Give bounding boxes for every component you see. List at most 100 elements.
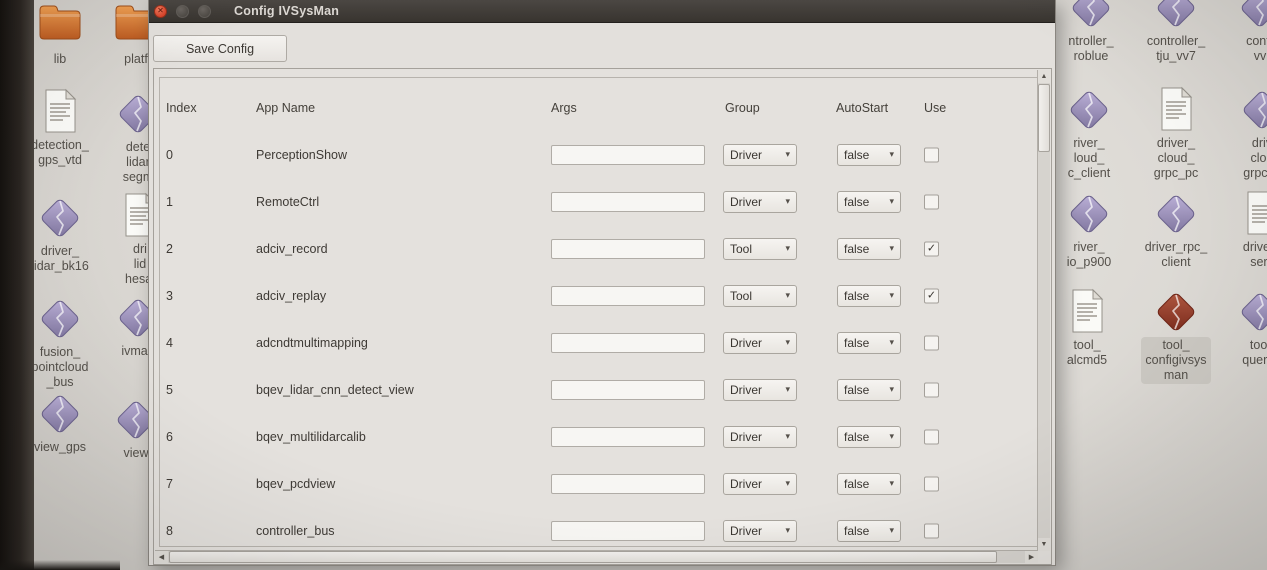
use-checkbox[interactable] bbox=[924, 194, 939, 209]
group-dropdown[interactable]: Driver bbox=[723, 473, 797, 495]
table-row: 2 adciv_record Tool false bbox=[154, 225, 1053, 272]
table-row: 6 bqev_multilidarcalib Driver false bbox=[154, 413, 1053, 460]
desktop-icon-controller-vv[interactable]: contrvv bbox=[1212, 0, 1267, 65]
vertical-scrollbar-thumb[interactable] bbox=[1038, 84, 1050, 152]
autostart-dropdown[interactable]: false bbox=[837, 332, 901, 354]
autostart-dropdown[interactable]: false bbox=[837, 144, 901, 166]
header-autostart: AutoStart bbox=[836, 101, 888, 119]
header-use: Use bbox=[924, 101, 946, 119]
scroll-up-icon[interactable] bbox=[1038, 70, 1050, 83]
desktop-icon-tool-queryr[interactable]: toolqueryr bbox=[1212, 288, 1267, 369]
table-row: 1RemoteCtrlDriverfalse bbox=[154, 178, 1053, 225]
autostart-dropdown[interactable]: false bbox=[837, 285, 901, 307]
args-input[interactable] bbox=[551, 427, 705, 447]
desktop-icon-label: tool_configivsysman bbox=[1141, 337, 1210, 384]
group-dropdown[interactable]: Driver bbox=[723, 379, 797, 401]
use-checkbox[interactable] bbox=[924, 147, 939, 162]
app-table: Index App Name Args Group AutoStart Use … bbox=[153, 68, 1052, 565]
group-dropdown[interactable]: Driver bbox=[723, 144, 797, 166]
row-index: 5 bbox=[166, 383, 173, 397]
diamond-icon bbox=[1128, 0, 1224, 32]
desktop-icon-driver-cloud-grpc-s[interactable]: drivclougrpc_s bbox=[1214, 86, 1267, 182]
desktop-icon-label: driver_lidar_bk16 bbox=[27, 243, 93, 275]
table-row: 0PerceptionShowDriverfalse bbox=[154, 131, 1053, 178]
desktop-icon-label: driver_cloud_grpc_pc bbox=[1150, 135, 1202, 182]
horizontal-scrollbar[interactable] bbox=[155, 550, 1038, 563]
table-row: 5bqev_lidar_cnn_detect_viewDriverfalse bbox=[154, 366, 1053, 413]
use-checkbox[interactable] bbox=[924, 429, 939, 444]
desktop-icon-controller-tju-vv7[interactable]: controller_tju_vv7 bbox=[1128, 0, 1224, 65]
window-body: Save Config Index App Name Args Group Au… bbox=[149, 23, 1055, 566]
config-ivsysman-window: Config IVSysMan Save Config Index App Na… bbox=[148, 0, 1056, 566]
table-row: 4adcndtmultimappingDriverfalse bbox=[154, 319, 1053, 366]
document-icon bbox=[1128, 86, 1224, 134]
autostart-dropdown[interactable]: false bbox=[837, 426, 901, 448]
args-input[interactable] bbox=[551, 521, 705, 541]
app-name: bqev_pcdview bbox=[256, 477, 335, 491]
use-checkbox[interactable] bbox=[924, 335, 939, 350]
args-input[interactable] bbox=[551, 474, 705, 494]
maximize-icon[interactable] bbox=[198, 5, 211, 18]
horizontal-scrollbar-thumb[interactable] bbox=[169, 551, 997, 563]
desktop-icon-label: fusion_pointcloud_bus bbox=[28, 344, 93, 391]
desktop-icon-label: view_gps bbox=[30, 439, 90, 456]
scroll-left-icon[interactable] bbox=[155, 551, 168, 563]
args-input[interactable] bbox=[551, 145, 705, 165]
args-input[interactable] bbox=[551, 333, 705, 353]
row-index: 6 bbox=[166, 430, 173, 444]
use-checkbox[interactable] bbox=[924, 523, 939, 538]
group-dropdown[interactable]: Driver bbox=[723, 426, 797, 448]
group-dropdown[interactable]: Driver bbox=[723, 191, 797, 213]
desktop-icon-driver-rpc-client[interactable]: driver_rpc_client bbox=[1128, 190, 1224, 271]
row-index: 2 bbox=[166, 242, 173, 256]
use-checkbox[interactable] bbox=[924, 476, 939, 491]
desktop-icon-label: toolqueryr bbox=[1238, 337, 1267, 369]
group-dropdown[interactable]: Driver bbox=[723, 520, 797, 542]
diamond-icon bbox=[1212, 0, 1267, 32]
use-checkbox[interactable] bbox=[924, 241, 939, 256]
args-input[interactable] bbox=[551, 380, 705, 400]
diamond-icon bbox=[1043, 0, 1139, 32]
desktop-icon-label: driver_serv bbox=[1239, 239, 1267, 271]
args-input[interactable] bbox=[551, 192, 705, 212]
vertical-scrollbar[interactable] bbox=[1037, 70, 1050, 551]
header-app-name: App Name bbox=[256, 101, 315, 119]
monitor-bezel-bottom bbox=[0, 560, 120, 570]
app-name: PerceptionShow bbox=[256, 148, 347, 162]
desktop-icon-controller-roblue[interactable]: ntroller_roblue bbox=[1043, 0, 1139, 65]
args-input[interactable] bbox=[551, 286, 705, 306]
group-dropdown[interactable]: Driver bbox=[723, 332, 797, 354]
monitor-bezel bbox=[0, 0, 34, 570]
desktop-icon-label: contrvv bbox=[1242, 33, 1267, 65]
save-config-button[interactable]: Save Config bbox=[153, 35, 287, 62]
desktop-icon-driver-server[interactable]: driver_serv bbox=[1214, 190, 1267, 271]
desktop-icon-label: river_loud_c_client bbox=[1064, 135, 1114, 182]
titlebar[interactable]: Config IVSysMan bbox=[149, 0, 1055, 23]
autostart-dropdown[interactable]: false bbox=[837, 238, 901, 260]
autostart-dropdown[interactable]: false bbox=[837, 379, 901, 401]
use-checkbox[interactable] bbox=[924, 382, 939, 397]
desktop-icon-tool-configivsysman[interactable]: tool_configivsysman bbox=[1128, 288, 1224, 384]
use-checkbox[interactable] bbox=[924, 288, 939, 303]
desktop-icon-label: controller_tju_vv7 bbox=[1143, 33, 1209, 65]
table-row: 7bqev_pcdviewDriverfalse bbox=[154, 460, 1053, 507]
desktop-icon-driver-cloud-grpc-pc[interactable]: driver_cloud_grpc_pc bbox=[1128, 86, 1224, 182]
app-name: adciv_record bbox=[256, 242, 328, 256]
group-dropdown[interactable]: Tool bbox=[723, 238, 797, 260]
group-dropdown[interactable]: Tool bbox=[723, 285, 797, 307]
desktop-icon-label: detection_gps_vtd bbox=[27, 137, 93, 169]
args-input[interactable] bbox=[551, 239, 705, 259]
close-icon[interactable] bbox=[154, 5, 167, 18]
scroll-down-icon[interactable] bbox=[1038, 538, 1050, 551]
desktop-icon-label: river_io_p900 bbox=[1063, 239, 1116, 271]
autostart-dropdown[interactable]: false bbox=[837, 473, 901, 495]
autostart-dropdown[interactable]: false bbox=[837, 520, 901, 542]
scroll-right-icon[interactable] bbox=[1025, 551, 1038, 563]
desktop-icon-label: drivclougrpc_s bbox=[1239, 135, 1267, 182]
autostart-dropdown[interactable]: false bbox=[837, 191, 901, 213]
desktop-icon-label: tool_alcmd5 bbox=[1063, 337, 1111, 369]
app-name: bqev_multilidarcalib bbox=[256, 430, 366, 444]
app-name: controller_bus bbox=[256, 524, 335, 538]
minimize-icon[interactable] bbox=[176, 5, 189, 18]
row-index: 4 bbox=[166, 336, 173, 350]
